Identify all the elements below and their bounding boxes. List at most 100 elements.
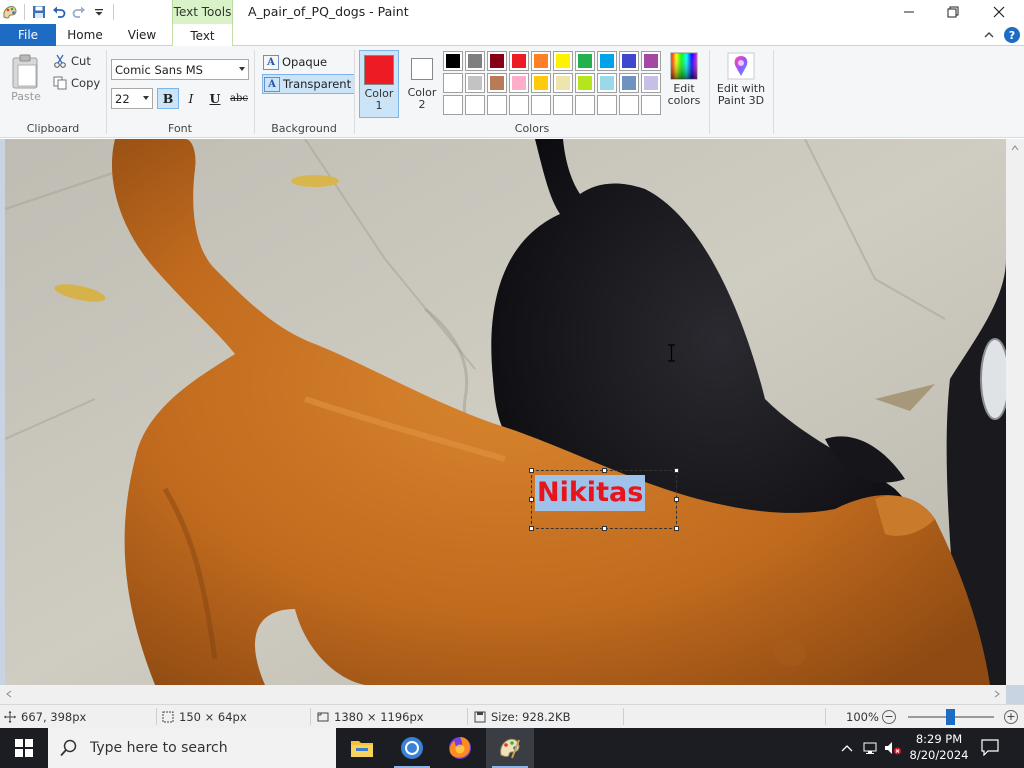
transparent-icon: A [264, 76, 280, 92]
palette-empty-swatch[interactable] [443, 95, 463, 115]
edit-colors-button[interactable]: Edit colors [664, 52, 704, 107]
resize-handle-e[interactable] [674, 497, 679, 502]
zoom-slider-thumb[interactable] [946, 709, 955, 725]
vertical-scrollbar[interactable] [1006, 139, 1024, 685]
palette-color-fill [556, 76, 570, 90]
palette-empty-swatch[interactable] [575, 95, 595, 115]
palette-color-swatch[interactable] [487, 73, 507, 93]
firefox-taskbar-button[interactable] [436, 728, 484, 768]
font-family-select[interactable]: Comic Sans MS [111, 59, 249, 80]
scroll-up-icon[interactable] [1006, 141, 1024, 155]
palette-color-swatch[interactable] [575, 51, 595, 71]
palette-color-swatch[interactable] [465, 51, 485, 71]
font-family-value: Comic Sans MS [115, 63, 203, 77]
palette-color-swatch[interactable] [597, 51, 617, 71]
chrome-taskbar-button[interactable] [388, 728, 436, 768]
folder-icon [351, 741, 373, 757]
bold-button[interactable]: B [157, 88, 179, 109]
color1-button[interactable]: Color 1 [359, 50, 399, 118]
ribbon-tabs: File Home View Text [0, 24, 1024, 47]
copy-button[interactable]: Copy [53, 74, 100, 92]
windows-taskbar: Type here to search 8:29 PM 8/20/2024 [0, 728, 1024, 768]
file-explorer-taskbar-button[interactable] [338, 728, 386, 768]
palette-empty-swatch[interactable] [509, 95, 529, 115]
tab-view[interactable]: View [116, 24, 168, 46]
palette-color-swatch[interactable] [641, 73, 661, 93]
palette-color-swatch[interactable] [443, 73, 463, 93]
notifications-button[interactable] [980, 738, 1002, 758]
palette-color-fill [534, 54, 548, 68]
tab-file[interactable]: File [0, 24, 56, 46]
paint-app-icon[interactable] [0, 2, 20, 22]
customize-qat-icon[interactable] [89, 2, 109, 22]
palette-color-swatch[interactable] [465, 73, 485, 93]
palette-color-swatch[interactable] [509, 51, 529, 71]
close-button[interactable] [976, 0, 1022, 24]
paint-taskbar-button[interactable] [486, 728, 534, 768]
edit-with-paint3d-button[interactable]: Edit with Paint 3D [713, 52, 769, 107]
palette-color-swatch[interactable] [619, 73, 639, 93]
save-icon[interactable] [29, 2, 49, 22]
zoom-level: 100% [846, 709, 879, 724]
palette-color-swatch[interactable] [553, 51, 573, 71]
resize-handle-n[interactable] [602, 468, 607, 473]
palette-empty-swatch[interactable] [553, 95, 573, 115]
volume-muted-icon[interactable] [884, 739, 902, 757]
color2-button[interactable]: Color 2 [402, 50, 442, 118]
redo-icon[interactable] [69, 2, 89, 22]
palette-color-swatch[interactable] [619, 51, 639, 71]
resize-handle-sw[interactable] [529, 526, 534, 531]
undo-icon[interactable] [49, 2, 69, 22]
strikethrough-button[interactable]: abc [228, 88, 250, 109]
palette-empty-swatch[interactable] [487, 95, 507, 115]
text-box-content[interactable]: Nikitas [535, 475, 646, 511]
scroll-right-icon[interactable] [990, 685, 1004, 703]
resize-handle-s[interactable] [602, 526, 607, 531]
minimize-button[interactable] [886, 0, 932, 24]
collapse-ribbon-icon[interactable] [982, 28, 996, 42]
resize-handle-se[interactable] [674, 526, 679, 531]
paint3d-label-2: Paint 3D [717, 94, 765, 107]
help-icon[interactable]: ? [1004, 27, 1020, 43]
resize-handle-ne[interactable] [674, 468, 679, 473]
cut-button[interactable]: Cut [53, 52, 91, 70]
palette-color-swatch[interactable] [531, 51, 551, 71]
palette-color-swatch[interactable] [509, 73, 529, 93]
palette-color-swatch[interactable] [487, 51, 507, 71]
opaque-option[interactable]: A Opaque [262, 52, 330, 72]
show-hidden-icons-icon[interactable] [838, 739, 856, 757]
scroll-left-icon[interactable] [2, 685, 16, 703]
network-icon[interactable] [862, 739, 880, 757]
palette-color-swatch[interactable] [597, 73, 617, 93]
taskbar-search-box[interactable]: Type here to search [48, 728, 336, 768]
font-size-select[interactable]: 22 [111, 88, 153, 109]
tab-home[interactable]: Home [60, 24, 110, 46]
start-button[interactable] [0, 728, 48, 768]
zoom-in-button[interactable]: + [1004, 710, 1018, 724]
restore-button[interactable] [930, 0, 976, 24]
cut-label: Cut [71, 54, 91, 68]
group-separator [354, 50, 355, 134]
zoom-out-button[interactable]: − [882, 710, 896, 724]
taskbar-clock[interactable]: 8:29 PM 8/20/2024 [904, 731, 974, 763]
palette-empty-swatch[interactable] [641, 95, 661, 115]
transparent-option[interactable]: A Transparent [262, 74, 356, 94]
palette-empty-swatch[interactable] [465, 95, 485, 115]
tab-text[interactable]: Text [172, 24, 233, 47]
horizontal-scrollbar[interactable] [0, 685, 1006, 704]
palette-color-swatch[interactable] [553, 73, 573, 93]
text-selection-box[interactable]: Nikitas [529, 468, 679, 531]
image-canvas[interactable]: Nikitas [5, 139, 1006, 685]
underline-button[interactable]: U [204, 88, 226, 109]
palette-empty-swatch[interactable] [619, 95, 639, 115]
palette-color-fill [468, 54, 482, 68]
resize-handle-nw[interactable] [529, 468, 534, 473]
resize-handle-w[interactable] [529, 497, 534, 502]
palette-color-swatch[interactable] [443, 51, 463, 71]
palette-empty-swatch[interactable] [531, 95, 551, 115]
palette-color-swatch[interactable] [641, 51, 661, 71]
italic-button[interactable]: I [180, 88, 202, 109]
palette-color-swatch[interactable] [531, 73, 551, 93]
palette-empty-swatch[interactable] [597, 95, 617, 115]
palette-color-swatch[interactable] [575, 73, 595, 93]
